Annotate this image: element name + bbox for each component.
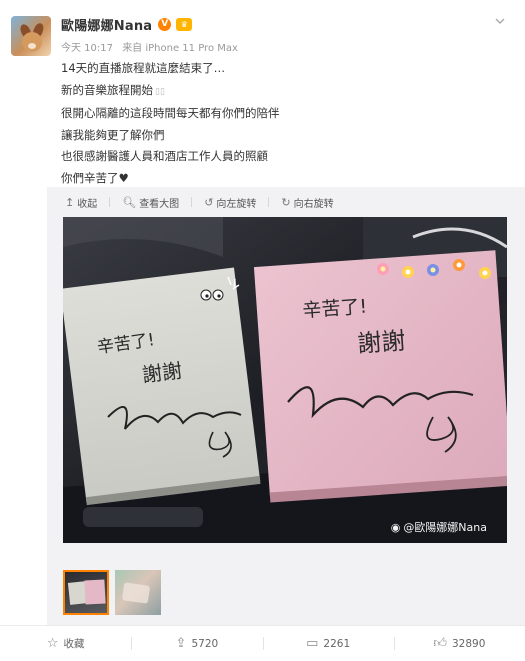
thumbs-up-icon: 👍︎ (433, 636, 447, 651)
repost-icon: ⇪ (175, 636, 187, 651)
rotate-right-icon: ↻ (281, 195, 291, 209)
comment-button[interactable]: ▭ 2261 (262, 626, 394, 661)
repost-button[interactable]: ⇪ 5720 (131, 626, 262, 661)
avatar[interactable] (11, 16, 51, 56)
rotate-left-icon: ↺ (204, 195, 214, 209)
thumbnail-1[interactable] (63, 570, 109, 615)
image-toolbar: ↥ 收起 🔍︎ 查看大图 ↺ 向左旋转 ↻ 向右旋转 (65, 193, 346, 211)
music-emoji-icon: ▯▯ (155, 86, 165, 97)
view-large-button[interactable]: 🔍︎ 查看大图 (122, 195, 179, 210)
rotate-right-button[interactable]: ↻ 向右旋转 (281, 195, 333, 210)
verified-badge-icon: V (158, 17, 172, 31)
rotate-left-button[interactable]: ↺ 向左旋转 (204, 195, 256, 210)
post-text-line: 也很感謝醫護人員和酒店工作人員的照顧 (61, 149, 268, 163)
chevron-down-icon[interactable] (493, 14, 507, 28)
post-text-line: 讓我能夠更了解你們 (61, 127, 165, 142)
star-icon: ☆ (46, 636, 59, 651)
arrow-up-icon: ↥ (65, 195, 75, 209)
collapse-button[interactable]: ↥ 收起 (65, 195, 97, 210)
post-actions: ☆ 收藏 ⇪ 5720 ▭ 2261 👍︎ 32890 (0, 625, 525, 661)
post-time[interactable]: 今天 10:17 (61, 43, 113, 54)
svg-text:辛苦了!: 辛苦了! (302, 296, 368, 322)
post-meta: 今天 10:17 来自 iPhone 11 Pro Max (61, 39, 244, 54)
photo-illustration: 辛苦了! 謝謝 辛苦了! 謝謝 (63, 217, 507, 543)
favorite-button[interactable]: ☆ 收藏 (0, 626, 131, 661)
divider (109, 197, 111, 207)
post-text-line: 你們辛苦了♥ (61, 170, 129, 185)
user-name-row: 歐陽娜娜Nana V ♛ (61, 15, 193, 34)
post-text-line: 14天的直播旅程就這麼結束了… (61, 61, 226, 75)
svg-text:謝謝: 謝謝 (356, 327, 406, 358)
user-name[interactable]: 歐陽娜娜Nana (61, 15, 152, 34)
post-text: 14天的直播旅程就這麼結束了… 新的音樂旅程開始 ▯▯ 很開心隔離的這段時間每天都… (61, 58, 501, 189)
thumbnail-strip (63, 570, 167, 615)
expanded-image-panel: ↥ 收起 🔍︎ 查看大图 ↺ 向左旋转 ↻ 向右旋转 辛苦了! 謝謝 辛苦了! … (47, 187, 525, 625)
thumbnail-2[interactable] (115, 570, 161, 615)
post-text-line: 很開心隔離的這段時間每天都有你們的陪伴 (61, 106, 280, 120)
post-source[interactable]: 来自 iPhone 11 Pro Max (122, 43, 238, 54)
vip-crown-icon: ♛ (176, 17, 193, 31)
weibo-post: 歐陽娜娜Nana V ♛ 今天 10:17 来自 iPhone 11 Pro M… (0, 0, 525, 660)
post-text-line: 新的音樂旅程開始 ▯▯ (61, 82, 165, 97)
divider (191, 197, 193, 207)
comment-icon: ▭ (306, 636, 319, 651)
svg-text:謝謝: 謝謝 (141, 358, 184, 387)
post-photo[interactable]: 辛苦了! 謝謝 辛苦了! 謝謝 ◉ @歐陽娜娜Nana (63, 217, 507, 543)
magnifier-icon: 🔍︎ (122, 195, 137, 209)
like-button[interactable]: 👍︎ 32890 (393, 626, 525, 661)
divider (268, 197, 270, 207)
photo-watermark: ◉ @歐陽娜娜Nana (390, 520, 487, 535)
weibo-logo-icon: ◉ (390, 520, 401, 534)
